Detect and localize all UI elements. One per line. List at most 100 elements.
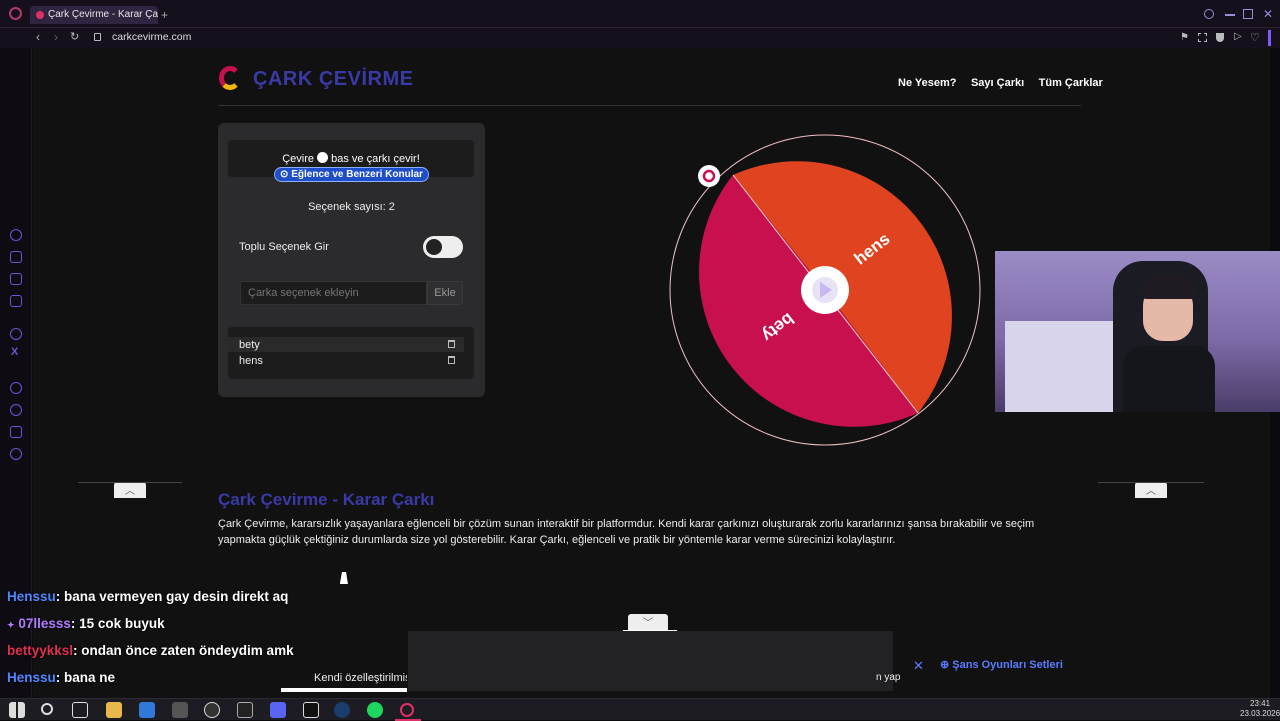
forward-icon[interactable]: ›: [54, 30, 58, 44]
gx-corner-icon[interactable]: [10, 251, 22, 263]
collapse-line-right: [1098, 482, 1204, 483]
chat-text: : bana vermeyen gay desin direkt aq: [55, 589, 289, 604]
list-item[interactable]: hens: [228, 353, 464, 368]
url-field[interactable]: carkcevirme.com: [112, 31, 191, 43]
webcam-hair: [1141, 275, 1197, 299]
history-icon[interactable]: [10, 404, 22, 416]
chat-message: Henssu: bana vermeyen gay desin direkt a…: [7, 589, 288, 604]
chat-message: bettyykksl: ondan önce zaten öndeydim am…: [7, 643, 294, 658]
chat-text: : bana ne: [55, 670, 116, 685]
chat-message: ✦ 07llesss: 15 cok buyuk: [7, 616, 165, 631]
messenger-icon[interactable]: [10, 295, 22, 307]
discord-icon[interactable]: [270, 702, 286, 718]
nav-link-tum-carklar[interactable]: Tüm Çarklar: [1039, 77, 1103, 89]
chance-sets-link[interactable]: ⊕ Şans Oyunları Setleri: [940, 658, 1063, 671]
nav-link-sayi-carki[interactable]: Sayı Çarkı: [971, 77, 1024, 89]
play-icon[interactable]: ▷: [1234, 31, 1242, 42]
instagram-icon[interactable]: [10, 328, 22, 340]
bulk-entry-toggle[interactable]: [423, 236, 463, 258]
extensions-icon[interactable]: [10, 426, 22, 438]
option-label: hens: [239, 355, 263, 367]
site-logo-icon[interactable]: [219, 66, 241, 90]
epic-shortcut-icon[interactable]: [237, 702, 253, 718]
options-list: bety hens: [228, 327, 474, 379]
chat-username: 07llesss: [18, 616, 71, 631]
lock-icon: [94, 33, 101, 41]
option-label: bety: [239, 339, 260, 351]
chance-sets-label: Şans Oyunları Setleri: [952, 659, 1063, 671]
x-icon[interactable]: X: [11, 346, 18, 358]
instruction-text: Çevire bas ve çarkı çevir!: [228, 152, 474, 165]
steam-icon[interactable]: [334, 702, 350, 718]
cut-text-right: n yap: [876, 672, 901, 683]
heart-icon[interactable]: ♡: [1250, 31, 1260, 44]
webcam-body: [1123, 346, 1215, 412]
site-logo-text[interactable]: ÇARK ÇEVİRME: [253, 68, 413, 91]
tab-title: Çark Çevirme - Karar Çarkı: [48, 9, 158, 20]
player-icon[interactable]: [10, 382, 22, 394]
search-icon[interactable]: [1204, 9, 1214, 19]
main-nav: Ne Yesem? Sayı Çarkı Tüm Çarklar: [888, 73, 1103, 91]
section-heading: Çark Çevirme - Karar Çarkı: [218, 490, 435, 509]
chat-badge-icon: ✦: [7, 620, 15, 630]
category-button[interactable]: ⊙ Eğlence ve Benzeri Konular: [274, 167, 429, 182]
snapshot-icon[interactable]: [1198, 33, 1207, 42]
close-ad-icon[interactable]: ✕: [913, 658, 924, 674]
tab-bar: Çark Çevirme - Karar Çarkı + ✕: [0, 0, 1280, 28]
delete-icon[interactable]: [448, 356, 455, 364]
option-count: Seçenek sayısı: 2: [308, 201, 395, 213]
clock-time[interactable]: 23:41: [1250, 699, 1270, 708]
spin-wheel[interactable]: hens bety: [665, 130, 985, 450]
remote-desktop-icon[interactable]: [139, 702, 155, 718]
play-circle-icon: [317, 152, 329, 163]
collapse-line-left: [78, 482, 182, 483]
delete-icon[interactable]: [448, 340, 455, 348]
aria-icon[interactable]: [10, 229, 22, 241]
plus-circle-icon: ⊕: [940, 659, 950, 671]
minimize-icon[interactable]: [1225, 14, 1235, 16]
chat-message: Henssu: bana ne: [7, 670, 115, 685]
add-option-input[interactable]: [240, 281, 427, 305]
windows-start-icon[interactable]: [9, 702, 25, 718]
chat-username: Henssu: [7, 589, 56, 604]
collapse-tab-left[interactable]: ︿: [114, 482, 146, 498]
nav-link-ne-yesem[interactable]: Ne Yesem?: [898, 77, 957, 89]
shield-icon[interactable]: [1216, 33, 1224, 42]
chat-username: Henssu: [7, 670, 56, 685]
new-tab-button[interactable]: +: [161, 8, 168, 22]
chat-username: bettyykksl: [7, 643, 74, 658]
address-bar: ‹ › ↻ carkcevirme.com ⚑ ▷ ♡: [0, 28, 1280, 48]
webcam-overlay: [995, 251, 1280, 412]
header-divider: [218, 105, 1081, 106]
search-taskbar-icon[interactable]: [41, 703, 53, 715]
ad-overlay: [408, 631, 893, 691]
file-explorer-icon[interactable]: [106, 702, 122, 718]
clock-date[interactable]: 23.03.2026: [1240, 709, 1280, 718]
category-icon: ⊙: [280, 169, 289, 180]
reload-icon[interactable]: ↻: [70, 30, 79, 43]
bulk-entry-label: Toplu Seçenek Gir: [239, 241, 329, 253]
menu-icon[interactable]: [1268, 30, 1271, 46]
spotify-icon[interactable]: [367, 702, 383, 718]
section-description: Çark Çevirme, kararsızlık yaşayanlara eğ…: [218, 518, 1035, 546]
back-icon[interactable]: ‹: [36, 30, 40, 44]
obs-icon[interactable]: [204, 702, 220, 718]
settings-icon[interactable]: [10, 448, 22, 460]
category-button-label: Eğlence ve Benzeri Konular: [291, 169, 423, 180]
maximize-icon[interactable]: [1243, 9, 1253, 19]
opera-gx-icon[interactable]: [400, 703, 414, 717]
list-item[interactable]: bety: [228, 337, 464, 352]
expand-tab[interactable]: ﹀: [628, 614, 668, 630]
opera-logo-icon[interactable]: [9, 7, 22, 20]
unity-icon[interactable]: [172, 702, 188, 718]
twitch-icon[interactable]: [10, 273, 22, 285]
bookmark-icon[interactable]: ⚑: [1180, 32, 1189, 43]
add-option-button[interactable]: Ekle: [427, 281, 463, 305]
task-view-icon[interactable]: [72, 702, 88, 718]
collapse-tab-right[interactable]: ︿: [1135, 482, 1167, 498]
epic-games-icon[interactable]: [303, 702, 319, 718]
instruction-post: bas ve çarkı çevir!: [331, 153, 420, 165]
options-panel: Çevire bas ve çarkı çevir! ⊙ Eğlence ve …: [218, 123, 485, 397]
close-window-icon[interactable]: ✕: [1263, 7, 1273, 21]
browser-tab[interactable]: Çark Çevirme - Karar Çarkı: [30, 6, 158, 24]
